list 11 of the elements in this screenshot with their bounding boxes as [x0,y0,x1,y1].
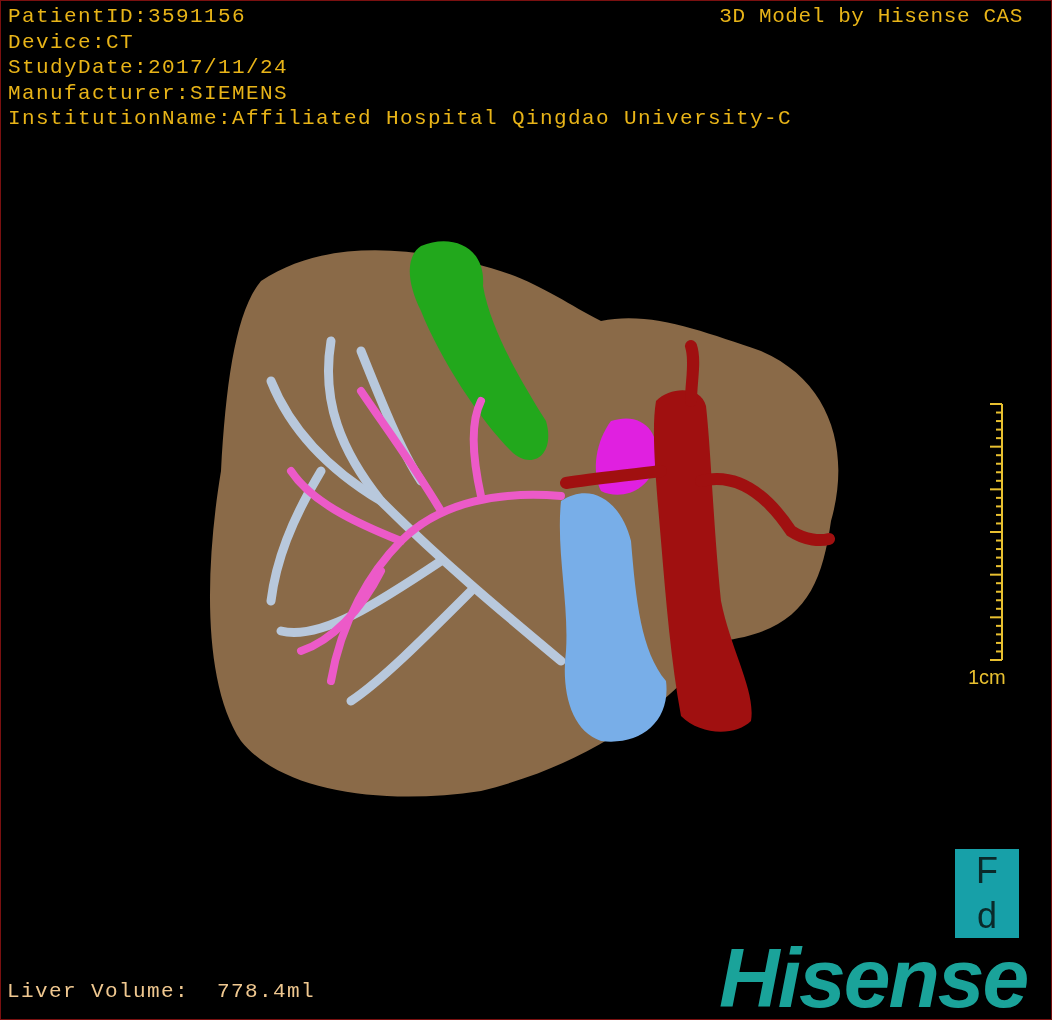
info-text: Manufacturer:SIEMENS [8,80,289,106]
credit-text: 3D Model by Hisense CAS [719,4,1023,30]
info-text: PatientID:3591156 [8,4,247,30]
info-text: InstitutionName:Affiliated Hospital Qingdao University-C [8,106,793,132]
info-text: StudyDate:2017/11/24 [8,55,289,81]
scale-label: 1cm [968,665,1006,689]
logo-letter: F [976,852,998,891]
brand-wordmark: Hisense [719,936,1028,1019]
logo-letter: d [977,896,997,935]
liver-volume-text: Liver Volume: 778.4ml [7,979,316,1005]
info-text: Device:CT [8,29,135,55]
